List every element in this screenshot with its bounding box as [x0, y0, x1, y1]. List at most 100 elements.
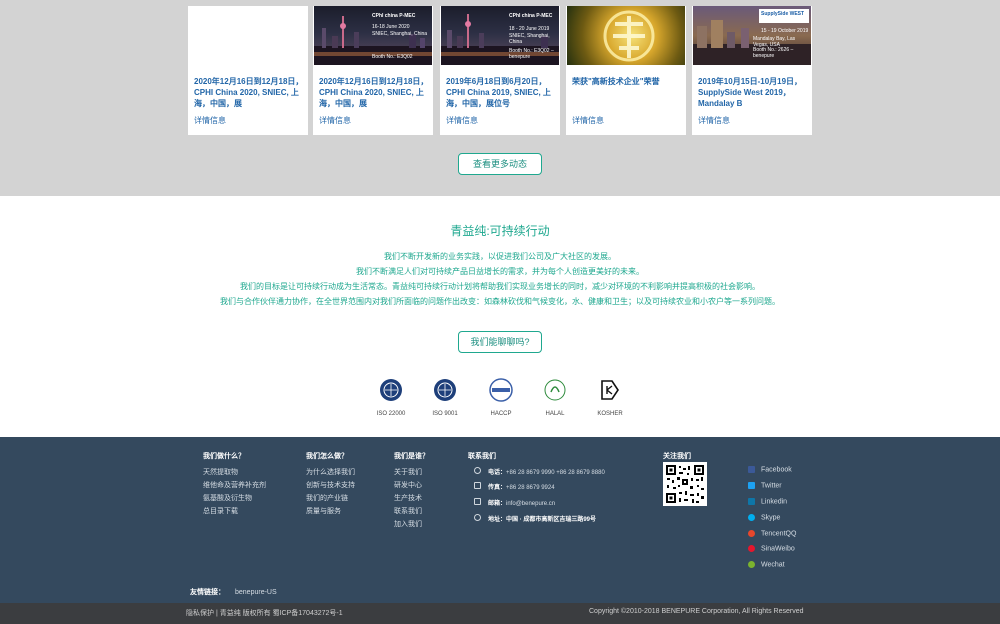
thumb-text: Booth No.: E3Q02 — [372, 54, 413, 60]
weibo-icon — [748, 545, 755, 552]
cert-halal: HALAL — [535, 378, 575, 417]
phone-icon — [474, 467, 481, 474]
qq-icon — [748, 530, 755, 537]
friend-links: 友情链接： benepure-US — [190, 587, 277, 597]
news-thumbnail[interactable]: SupplySide WEST 15 - 19 October 2019 Man… — [693, 6, 811, 65]
section-title: 青益纯:可持续行动 — [450, 224, 550, 238]
email-icon — [474, 498, 481, 505]
iso-9001-icon — [434, 379, 456, 401]
cert-label: HACCP — [490, 411, 512, 417]
footer-column-how: 我们怎么做？ 为什么选择我们 创新与技术支持 我们的产业链 质量与服务 — [306, 451, 355, 518]
footer-heading: 我们做什么？ — [203, 453, 245, 460]
halal-icon — [544, 379, 566, 401]
thumb-text: CPhI china P-MEC — [372, 13, 416, 19]
cert-iso22000: ISO 22000 — [371, 378, 411, 417]
news-card[interactable]: 2020年12月16日到12月18日，CPHI China 2020, SNIE… — [188, 6, 308, 135]
skype-icon — [748, 514, 755, 521]
details-link[interactable]: 详情信息 — [194, 115, 226, 126]
iso-22000-icon — [380, 379, 402, 401]
footer-link[interactable]: 质量与服务 — [306, 505, 355, 518]
news-title[interactable]: 2019年10月15日-10月19日，SupplySide West 2019，… — [698, 76, 808, 109]
wechat-icon — [748, 561, 755, 568]
footer-heading: 关注我们 — [663, 453, 691, 460]
contact-email: 邮箱：info@benepure.cn — [488, 498, 555, 507]
news-card[interactable]: CPhI china P-MEC 18 - 20 June 2019 SNIEC… — [440, 6, 560, 135]
thumb-text: Booth No.: 2626 – benepure — [753, 47, 794, 59]
cert-label: ISO 22000 — [376, 411, 406, 417]
copyright-bar: 隐私保护 | 青益纯 版权所有 蜀ICP备17043272号-1 Copyrig… — [0, 603, 1000, 624]
cert-kosher: KOSHER — [590, 378, 630, 417]
footer-link[interactable]: 生产技术 — [394, 492, 429, 505]
news-card[interactable]: SupplySide WEST 15 - 19 October 2019 Man… — [692, 6, 812, 135]
sustainability-text: 我们与合作伙伴通力协作，在全世界范围内对我们所面临的问题作出改变：如森林砍伐和气… — [220, 297, 780, 306]
twitter-icon — [748, 482, 755, 489]
haccp-icon — [489, 378, 513, 402]
thumb-text: SupplySide WEST — [761, 11, 805, 17]
thumb-text: 16-18 June 2020 — [372, 24, 410, 30]
wechat-qr-code — [663, 462, 707, 506]
news-title[interactable]: 2020年12月16日到12月18日，CPHI China 2020, SNIE… — [319, 76, 429, 109]
news-title[interactable]: 荣获"高新技术企业"荣誉 — [572, 76, 682, 87]
social-label: Twitter — [761, 482, 782, 490]
contact-label: 传真： — [488, 485, 507, 491]
social-sinaweibo[interactable]: SinaWeibo — [748, 545, 795, 552]
phone-value: +86 28 8679 9990 +86 28 8679 8880 — [506, 470, 605, 476]
footer-link[interactable]: 总目录下载 — [203, 505, 266, 518]
footer-link[interactable]: 我们的产业链 — [306, 492, 355, 505]
contact-phone: 电话：+86 28 8679 9990 +86 28 8679 8880 — [488, 467, 605, 476]
gold-emblem-image — [603, 10, 655, 62]
social-label: SinaWeibo — [761, 545, 795, 553]
contact-label: 邮箱： — [488, 501, 507, 507]
thumb-text: SNIEC, Shanghai, China — [372, 31, 428, 37]
news-thumbnail[interactable]: CPhI china P-MEC 16-18 June 2020 SNIEC, … — [314, 6, 432, 65]
cert-label: KOSHER — [597, 411, 623, 417]
footer-link[interactable]: 联系我们 — [394, 505, 429, 518]
news-card[interactable]: 荣获"高新技术企业"荣誉 详情信息 — [566, 6, 686, 135]
footer-link[interactable]: 关于我们 — [394, 466, 429, 479]
privacy-icp-text[interactable]: 隐私保护 | 青益纯 版权所有 蜀ICP备17043272号-1 — [186, 608, 343, 618]
more-news-button[interactable]: 查看更多动态 — [458, 153, 542, 175]
sustainability-text: 我们不断开发新的业务实践，以促进我们公司及广大社区的发展。 — [384, 252, 616, 261]
details-link[interactable]: 详情信息 — [572, 115, 604, 126]
footer-heading: 联系我们 — [468, 453, 496, 460]
contact-address: 地址：中国 · 成都市高新区吉瑞三路99号 — [488, 514, 596, 523]
social-skype[interactable]: Skype — [748, 514, 780, 521]
details-link[interactable]: 详情信息 — [698, 115, 730, 126]
contact-label: 地址： — [488, 517, 507, 523]
cert-label: HALAL — [545, 411, 565, 417]
news-title[interactable]: 2019年6月18日到6月20日，CPHI China 2019, SNIEC,… — [446, 76, 556, 109]
news-card[interactable]: CPhI china P-MEC 16-18 June 2020 SNIEC, … — [313, 6, 433, 135]
details-link[interactable]: 详情信息 — [446, 115, 478, 126]
email-value[interactable]: info@benepure.cn — [506, 501, 555, 507]
social-twitter[interactable]: Twitter — [748, 482, 782, 489]
footer-link[interactable]: 维他命及营养补充剂 — [203, 479, 266, 492]
friend-link[interactable]: benepure-US — [235, 589, 277, 596]
social-tencentqq[interactable]: TencentQQ — [748, 530, 796, 537]
footer-heading-contact-wrap: 联系我们 — [468, 451, 496, 466]
footer-link[interactable]: 创新与技术支持 — [306, 479, 355, 492]
fax-icon — [474, 482, 481, 489]
footer-link[interactable]: 研发中心 — [394, 479, 429, 492]
copyright-text: Copyright ©2010-2018 BENEPURE Corporatio… — [589, 608, 804, 615]
thumb-text: CPhI china P-MEC — [509, 13, 553, 19]
news-thumbnail[interactable]: CPhI china P-MEC 18 - 20 June 2019 SNIEC… — [441, 6, 559, 65]
news-thumbnail[interactable] — [189, 6, 307, 65]
footer-column-what: 我们做什么？ 天然提取物 维他命及营养补充剂 氨基酸及衍生物 总目录下载 — [203, 451, 266, 518]
news-section: 2020年12月16日到12月18日，CPHI China 2020, SNIE… — [0, 0, 1000, 196]
footer-link[interactable]: 为什么选择我们 — [306, 466, 355, 479]
news-title[interactable]: 2020年12月16日到12月18日，CPHI China 2020, SNIE… — [194, 76, 304, 109]
footer-link[interactable]: 氨基酸及衍生物 — [203, 492, 266, 505]
social-label: TencentQQ — [761, 530, 797, 538]
footer-link[interactable]: 加入我们 — [394, 518, 429, 531]
qr-code-icon — [666, 465, 704, 503]
facebook-icon — [748, 466, 755, 473]
footer-link[interactable]: 天然提取物 — [203, 466, 266, 479]
social-facebook[interactable]: Facebook — [748, 466, 792, 473]
details-link[interactable]: 详情信息 — [319, 115, 351, 126]
social-linkedin[interactable]: Linkedin — [748, 498, 787, 505]
contact-chat-button[interactable]: 我们能聊聊吗? — [458, 331, 542, 353]
footer-heading: 我们是谁？ — [394, 453, 429, 460]
thumb-text: 15 - 19 October 2019 — [761, 28, 809, 34]
social-wechat[interactable]: Wechat — [748, 561, 785, 568]
news-thumbnail[interactable] — [567, 6, 685, 65]
